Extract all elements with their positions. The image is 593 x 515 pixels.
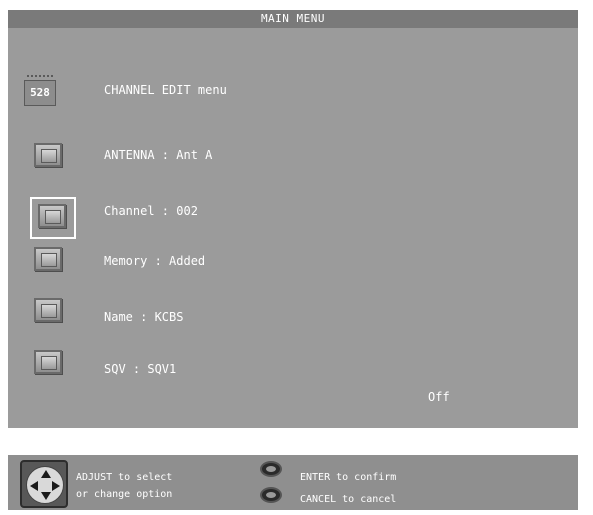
channel-edit-label[interactable]: CHANNEL EDIT menu: [104, 83, 227, 97]
arrow-up-icon: [41, 470, 51, 478]
cancel-help: CANCEL to cancel: [300, 494, 397, 505]
main-menu-panel: MAIN MENU 528 CHANNEL EDIT menu ANTENNA …: [8, 10, 578, 428]
cancel-button-icon: [260, 487, 282, 503]
channel-button-icon[interactable]: [38, 204, 66, 228]
antenna-button-icon[interactable]: [34, 143, 62, 167]
arrow-down-icon: [41, 492, 51, 500]
footer-help-bar: ADJUST to select or change option ENTER …: [8, 455, 578, 510]
enter-help: ENTER to confirm: [300, 472, 397, 483]
channel-edit-icon[interactable]: 528: [24, 75, 56, 106]
sqv-option[interactable]: SQV : SQV1: [104, 362, 176, 376]
antenna-option[interactable]: ANTENNA : Ant A: [104, 148, 212, 162]
separator-strip: [8, 430, 578, 454]
menu-title: MAIN MENU: [8, 10, 578, 28]
sqv-button-icon[interactable]: [34, 350, 62, 374]
dpad-circle: [26, 466, 64, 504]
memory-button-icon[interactable]: [34, 247, 62, 271]
enter-button-icon: [260, 461, 282, 477]
adjust-help-line1: ADJUST to select: [76, 472, 173, 483]
off-status: Off: [428, 390, 450, 404]
channel-edit-icon-top: [27, 75, 53, 81]
name-option[interactable]: Name : KCBS: [104, 310, 183, 324]
dpad-icon: [20, 460, 68, 508]
channel-edit-icon-text: 528: [30, 86, 50, 99]
memory-option[interactable]: Memory : Added: [104, 254, 205, 268]
adjust-help-line2: or change option: [76, 489, 173, 500]
name-button-icon[interactable]: [34, 298, 62, 322]
arrow-left-icon: [30, 481, 38, 491]
channel-option[interactable]: Channel : 002: [104, 204, 198, 218]
arrow-right-icon: [52, 481, 60, 491]
